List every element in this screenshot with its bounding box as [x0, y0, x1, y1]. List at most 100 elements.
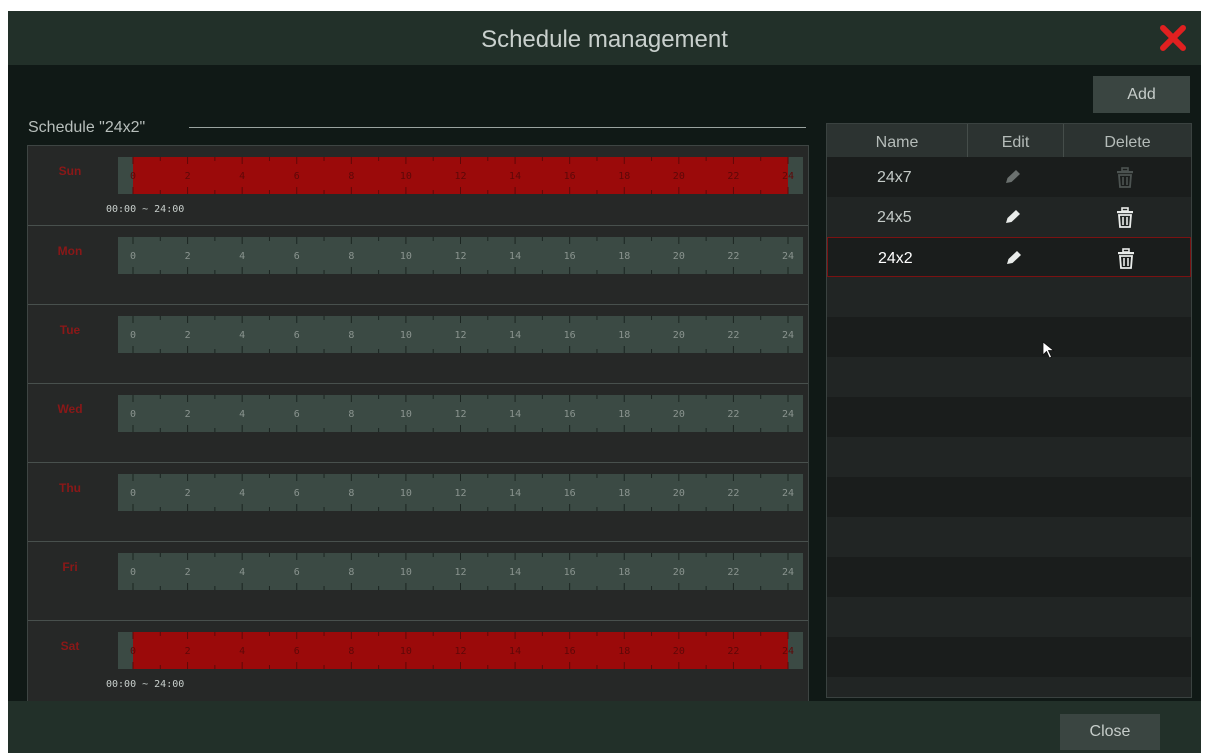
time-ruler: 0 2 4 6 8 10 12 14 16 18 20 22 24 [130, 474, 794, 511]
section-divider [189, 127, 806, 128]
tick-label: 6 [294, 488, 300, 499]
weekly-schedule: Sun 0 2 4 6 8 10 12 14 16 18 20 22 24 00:00 ~ 24:00 Mon… [27, 145, 809, 702]
list-row-background [827, 317, 1191, 357]
tick-label: 16 [564, 646, 576, 657]
schedule-row-sat: Sat 0 2 4 6 8 10 12 14 16 18 20 22 24 00:00 ~ 24:00 [28, 620, 808, 698]
time-bar[interactable]: 0 2 4 6 8 10 12 14 16 18 20 22 24 [118, 553, 803, 590]
tick-label: 22 [727, 330, 739, 341]
tick-label: 22 [727, 488, 739, 499]
tick-label: 10 [400, 251, 412, 262]
pencil-icon[interactable] [1003, 208, 1023, 226]
tick-label: 14 [509, 409, 521, 420]
tick-label: 16 [564, 567, 576, 578]
add-button[interactable]: Add [1093, 76, 1190, 113]
tick-label: 18 [618, 330, 630, 341]
pencil-icon[interactable] [1004, 249, 1024, 267]
tick-label: 18 [618, 488, 630, 499]
tick-label: 24 [782, 409, 794, 420]
title-bar: Schedule management [8, 11, 1201, 65]
tick-label: 2 [185, 567, 191, 578]
tick-label: 14 [509, 567, 521, 578]
tick-label: 22 [727, 409, 739, 420]
tick-label: 12 [454, 646, 466, 657]
time-ruler: 0 2 4 6 8 10 12 14 16 18 20 22 24 [130, 553, 794, 590]
tick-label: 14 [509, 251, 521, 262]
pencil-icon [1006, 170, 1020, 183]
tick-label: 20 [673, 488, 685, 499]
column-header-delete: Delete [1104, 134, 1151, 151]
tick-label: 4 [239, 488, 245, 499]
tick-label: 8 [348, 251, 354, 262]
trash-icon[interactable] [1116, 248, 1136, 270]
tick-label: 8 [348, 488, 354, 499]
schedule-row-mon: Mon 0 2 4 6 8 10 12 14 16 18 20 22 24 [28, 225, 808, 303]
list-row-background [827, 597, 1191, 637]
tick-label: 0 [130, 409, 136, 420]
tick-label: 12 [454, 567, 466, 578]
time-bar[interactable]: 0 2 4 6 8 10 12 14 16 18 20 22 24 [118, 237, 803, 274]
time-bar[interactable]: 0 2 4 6 8 10 12 14 16 18 20 22 24 [118, 316, 803, 353]
list-header: Name Edit Delete [827, 124, 1191, 157]
schedule-management-dialog: Schedule management Schedule "24x2" Sun 0… [8, 11, 1201, 753]
tick-label: 2 [185, 488, 191, 499]
tick-label: 2 [185, 330, 191, 341]
tick-label: 12 [454, 330, 466, 341]
schedule-list-row[interactable]: 24x7 [827, 157, 1191, 197]
tick-label: 10 [400, 646, 412, 657]
tick-label: 16 [564, 251, 576, 262]
close-button[interactable]: Close [1060, 714, 1160, 750]
list-row-background [827, 677, 1191, 697]
tick-label: 8 [348, 171, 354, 182]
tick-label: 6 [294, 409, 300, 420]
tick-label: 8 [348, 646, 354, 657]
tick-label: 10 [400, 567, 412, 578]
day-label: Thu [59, 481, 81, 495]
tick-label: 22 [727, 171, 739, 182]
tick-label: 16 [564, 330, 576, 341]
time-bar[interactable]: 0 2 4 6 8 10 12 14 16 18 20 22 24 [118, 157, 803, 194]
tick-label: 0 [130, 646, 136, 657]
trash-icon[interactable] [1115, 207, 1135, 229]
tick-label: 6 [294, 251, 300, 262]
time-bar[interactable]: 0 2 4 6 8 10 12 14 16 18 20 22 24 [118, 395, 803, 432]
day-label: Mon [57, 244, 83, 258]
tick-label: 2 [185, 409, 191, 420]
time-ruler: 0 2 4 6 8 10 12 14 16 18 20 22 24 [130, 316, 794, 353]
tick-label: 12 [454, 251, 466, 262]
tick-label: 22 [727, 567, 739, 578]
schedule-row-thu: Thu 0 2 4 6 8 10 12 14 16 18 20 22 24 [28, 462, 808, 540]
tick-label: 4 [239, 251, 245, 262]
tick-label: 0 [130, 567, 136, 578]
list-row-background [827, 277, 1191, 317]
tick-label: 24 [782, 567, 794, 578]
tick-label: 20 [673, 567, 685, 578]
close-icon[interactable] [1156, 21, 1190, 55]
tick-label: 2 [185, 251, 191, 262]
tick-label: 2 [185, 646, 191, 657]
tick-label: 0 [130, 488, 136, 499]
tick-label: 16 [564, 171, 576, 182]
tick-label: 20 [673, 646, 685, 657]
tick-label: 0 [130, 330, 136, 341]
tick-label: 10 [400, 488, 412, 499]
time-bar[interactable]: 0 2 4 6 8 10 12 14 16 18 20 22 24 [118, 632, 803, 669]
tick-label: 18 [618, 646, 630, 657]
tick-label: 12 [454, 488, 466, 499]
dialog-title: Schedule management [481, 26, 728, 53]
schedule-row-tue: Tue 0 2 4 6 8 10 12 14 16 18 20 22 24 [28, 304, 808, 382]
tick-label: 24 [782, 488, 794, 499]
schedule-list-row[interactable]: 24x5 [827, 197, 1191, 237]
schedule-row-sun: Sun 0 2 4 6 8 10 12 14 16 18 20 22 24 00:00 ~ 24:00 [28, 146, 808, 223]
list-row-background [827, 557, 1191, 597]
tick-label: 8 [348, 409, 354, 420]
column-header-edit: Edit [1001, 134, 1030, 151]
tick-label: 22 [727, 251, 739, 262]
tick-label: 20 [673, 409, 685, 420]
list-row-background [827, 397, 1191, 437]
time-bar[interactable]: 0 2 4 6 8 10 12 14 16 18 20 22 24 [118, 474, 803, 511]
day-label: Sun [58, 164, 82, 178]
schedule-list-row[interactable]: 24x2 [827, 237, 1191, 277]
schedule-name-label: Schedule "24x2" [28, 119, 146, 136]
tick-label: 18 [618, 409, 630, 420]
tick-label: 10 [400, 409, 412, 420]
